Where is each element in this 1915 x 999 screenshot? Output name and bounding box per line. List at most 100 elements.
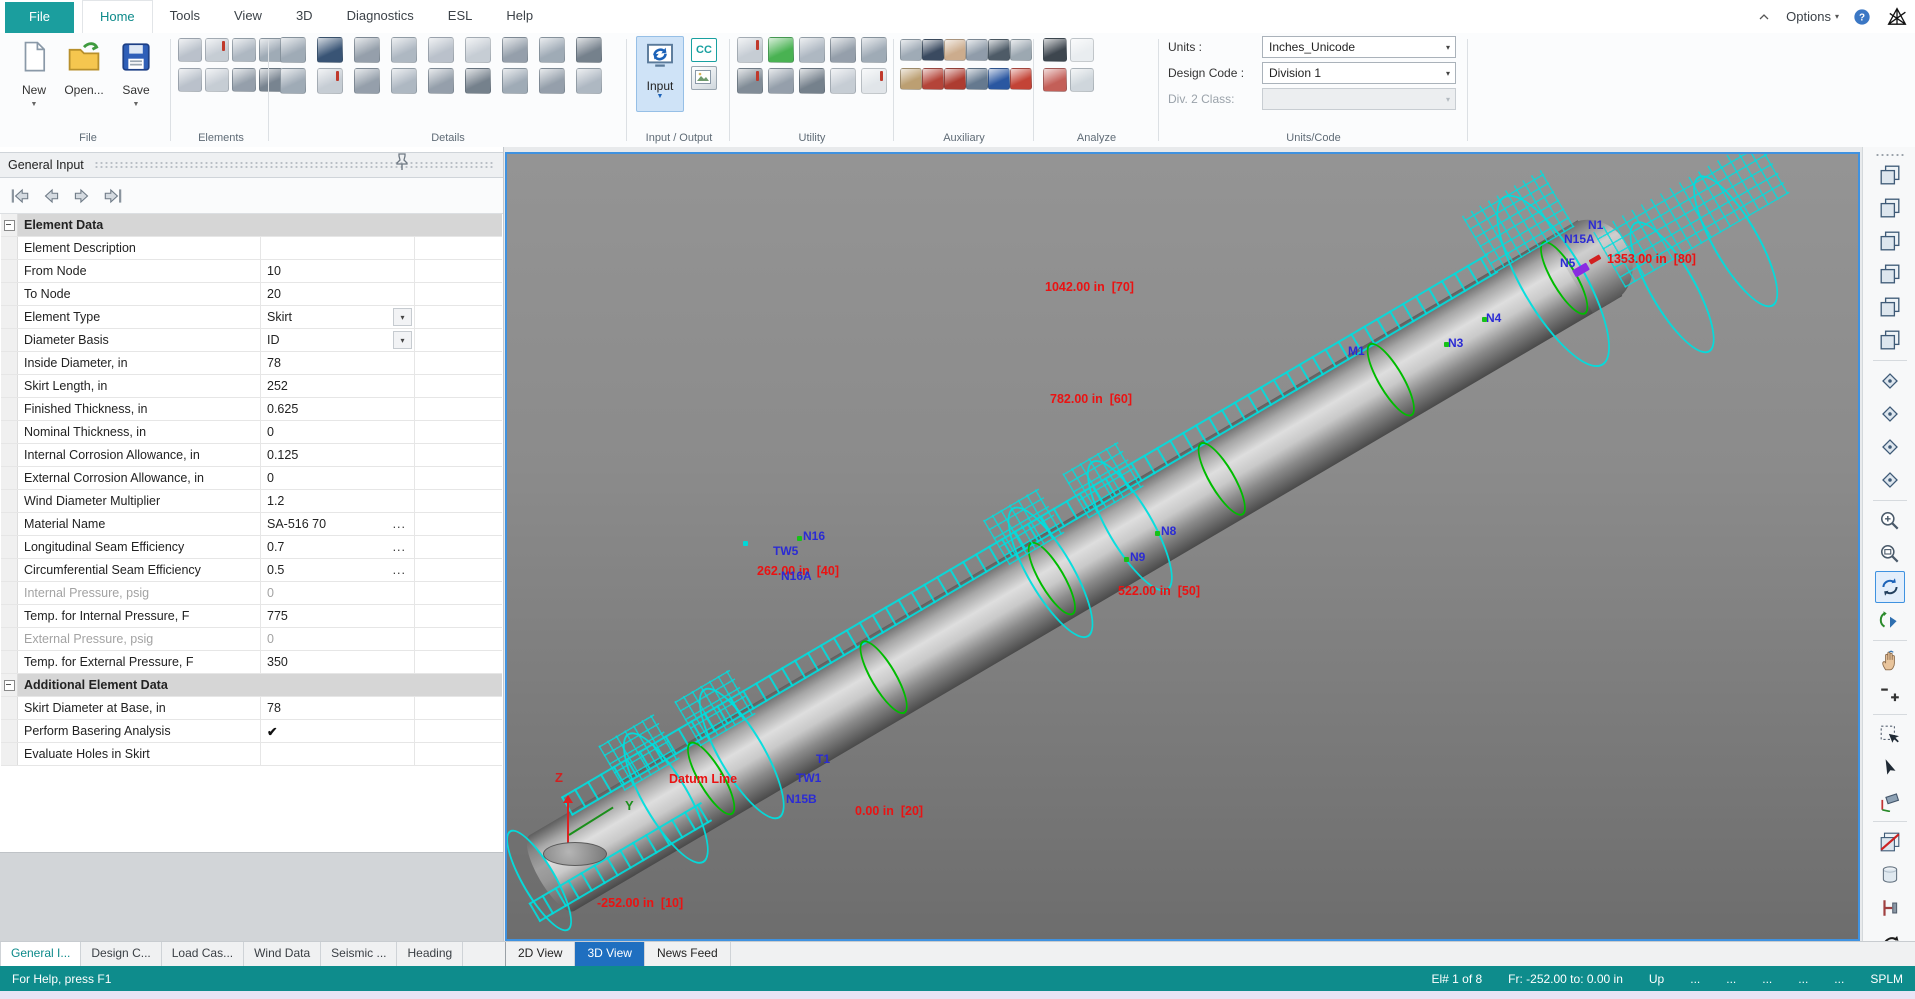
list-icon[interactable]: [966, 68, 988, 90]
panel-tab-heading[interactable]: Heading: [397, 942, 463, 967]
hash-icon[interactable]: [861, 68, 887, 94]
grid-row[interactable]: Finished Thickness, in0.625: [1, 398, 502, 421]
first-element-button[interactable]: [8, 185, 32, 207]
grid-row[interactable]: Internal Corrosion Allowance, in0.125: [1, 444, 502, 467]
save-dropdown-caret-icon[interactable]: ▼: [112, 101, 160, 108]
panel-tab-load-cas-[interactable]: Load Cas...: [162, 942, 244, 967]
error-check-icon[interactable]: [1043, 68, 1067, 92]
iso-view-1-button[interactable]: [1875, 365, 1905, 397]
head-element-icon[interactable]: [205, 38, 229, 62]
magnify-20-icon[interactable]: [830, 37, 856, 63]
pin-icon[interactable]: [392, 151, 412, 178]
cone-element-icon[interactable]: [232, 38, 256, 62]
row-value[interactable]: 1.2: [260, 490, 414, 512]
row-value[interactable]: 350: [260, 651, 414, 673]
cylinder-element-icon[interactable]: [178, 38, 202, 62]
brace-icon[interactable]: [354, 68, 380, 94]
ellipsis-button[interactable]: ...: [393, 540, 406, 554]
scroll-icon[interactable]: [900, 68, 922, 90]
grid-row[interactable]: Element TypeSkirt▾: [1, 306, 502, 329]
tubesheet-icon[interactable]: [354, 37, 380, 63]
lining-icon[interactable]: [428, 37, 454, 63]
partial-icon[interactable]: [465, 37, 491, 63]
row-value[interactable]: 252: [260, 375, 414, 397]
view-right-button[interactable]: [1875, 258, 1905, 290]
last-element-button[interactable]: [101, 185, 125, 207]
delete-icon[interactable]: [737, 68, 763, 94]
panel-tab-general-i-[interactable]: General I...: [0, 942, 81, 967]
zoom-extents-button[interactable]: [1875, 505, 1905, 537]
row-value[interactable]: [260, 237, 414, 259]
ellipsis-button[interactable]: ...: [393, 517, 406, 531]
collapse-icon[interactable]: [4, 680, 15, 691]
row-value[interactable]: ID▾: [260, 329, 414, 351]
3d-viewport[interactable]: 1353.00 in [80]1042.00 in [70]782.00 in …: [505, 152, 1860, 941]
ribbon-tab-view[interactable]: View: [217, 0, 279, 33]
shell-icon[interactable]: [799, 68, 825, 94]
stiffener-icon[interactable]: [280, 37, 306, 63]
platform-icon[interactable]: [502, 68, 528, 94]
section-view-button[interactable]: [1875, 826, 1905, 858]
units-combobox[interactable]: Inches_Unicode▾: [1262, 36, 1456, 58]
grid-row[interactable]: Internal Pressure, psig0: [1, 582, 502, 605]
panel-tab-wind-data[interactable]: Wind Data: [244, 942, 321, 967]
sphere-util-icon[interactable]: [830, 68, 856, 94]
row-value[interactable]: ✔: [260, 720, 414, 742]
ribbon-tab-esl[interactable]: ESL: [431, 0, 490, 33]
tray-icon[interactable]: [502, 37, 528, 63]
grid-row[interactable]: Perform Basering Analysis✔: [1, 720, 502, 743]
row-value[interactable]: 10: [260, 260, 414, 282]
row-value[interactable]: 0.625: [260, 398, 414, 420]
view-back-button[interactable]: [1875, 192, 1905, 224]
grid-row[interactable]: Temp. for External Pressure, F350: [1, 651, 502, 674]
report-image-button[interactable]: [691, 66, 717, 90]
view-front-button[interactable]: [1875, 159, 1905, 191]
grid-group-header[interactable]: Additional Element Data: [1, 674, 502, 697]
dropdown-caret-icon[interactable]: ▾: [393, 331, 412, 349]
grid-row[interactable]: Circumferential Seam Efficiency0.5...: [1, 559, 502, 582]
flat-head-element-icon[interactable]: [178, 68, 202, 92]
ring-icon[interactable]: [539, 68, 565, 94]
next-element-button[interactable]: [70, 185, 94, 207]
clamp-icon[interactable]: [900, 39, 922, 61]
rotate-view-button[interactable]: [1875, 571, 1905, 603]
grid-row[interactable]: Diameter BasisID▾: [1, 329, 502, 352]
barrel-icon[interactable]: [768, 68, 794, 94]
grid-row[interactable]: Inside Diameter, in78: [1, 352, 502, 375]
legs-icon[interactable]: [428, 68, 454, 94]
help-icon[interactable]: [1853, 8, 1871, 26]
select-button[interactable]: [1875, 752, 1905, 784]
halfpipe-icon[interactable]: [391, 68, 417, 94]
row-value[interactable]: 0.7...: [260, 536, 414, 558]
grid-row[interactable]: External Pressure, psig0: [1, 628, 502, 651]
pan-button[interactable]: [1875, 645, 1905, 677]
row-value[interactable]: 775: [260, 605, 414, 627]
row-value[interactable]: 0: [260, 582, 414, 604]
ribbon-collapse-icon[interactable]: [1756, 9, 1772, 25]
ellip-head-element-icon[interactable]: [205, 68, 229, 92]
grid-group-header[interactable]: Element Data: [1, 214, 502, 237]
view-tab-2d-view[interactable]: 2D View: [506, 942, 575, 967]
new-report-icon[interactable]: [1070, 38, 1094, 62]
iso-view-4-button[interactable]: [1875, 464, 1905, 496]
row-value[interactable]: SA-516 70...: [260, 513, 414, 535]
pdf-icon[interactable]: [1010, 68, 1032, 90]
ribbon-tab-3d[interactable]: 3D: [279, 0, 330, 33]
ruler-a-icon[interactable]: [988, 39, 1010, 61]
grid-row[interactable]: Skirt Length, in252: [1, 375, 502, 398]
row-value[interactable]: 0: [260, 467, 414, 489]
grid-row[interactable]: Wind Diameter Multiplier1.2: [1, 490, 502, 513]
iso-view-2-button[interactable]: [1875, 398, 1905, 430]
open-button[interactable]: Open...: [60, 37, 108, 129]
row-value[interactable]: 78: [260, 697, 414, 719]
monitor-icon[interactable]: [922, 39, 944, 61]
hand-aux-icon[interactable]: [944, 39, 966, 61]
row-value[interactable]: 0.5...: [260, 559, 414, 581]
grid-row[interactable]: Element Description: [1, 237, 502, 260]
row-value[interactable]: 0: [260, 628, 414, 650]
access-icon[interactable]: [944, 68, 966, 90]
grid-row[interactable]: Evaluate Holes in Skirt: [1, 743, 502, 766]
basering-icon[interactable]: [280, 68, 306, 94]
ribbon-tab-tools[interactable]: Tools: [153, 0, 217, 33]
ribbon-tab-file[interactable]: File: [5, 2, 74, 33]
